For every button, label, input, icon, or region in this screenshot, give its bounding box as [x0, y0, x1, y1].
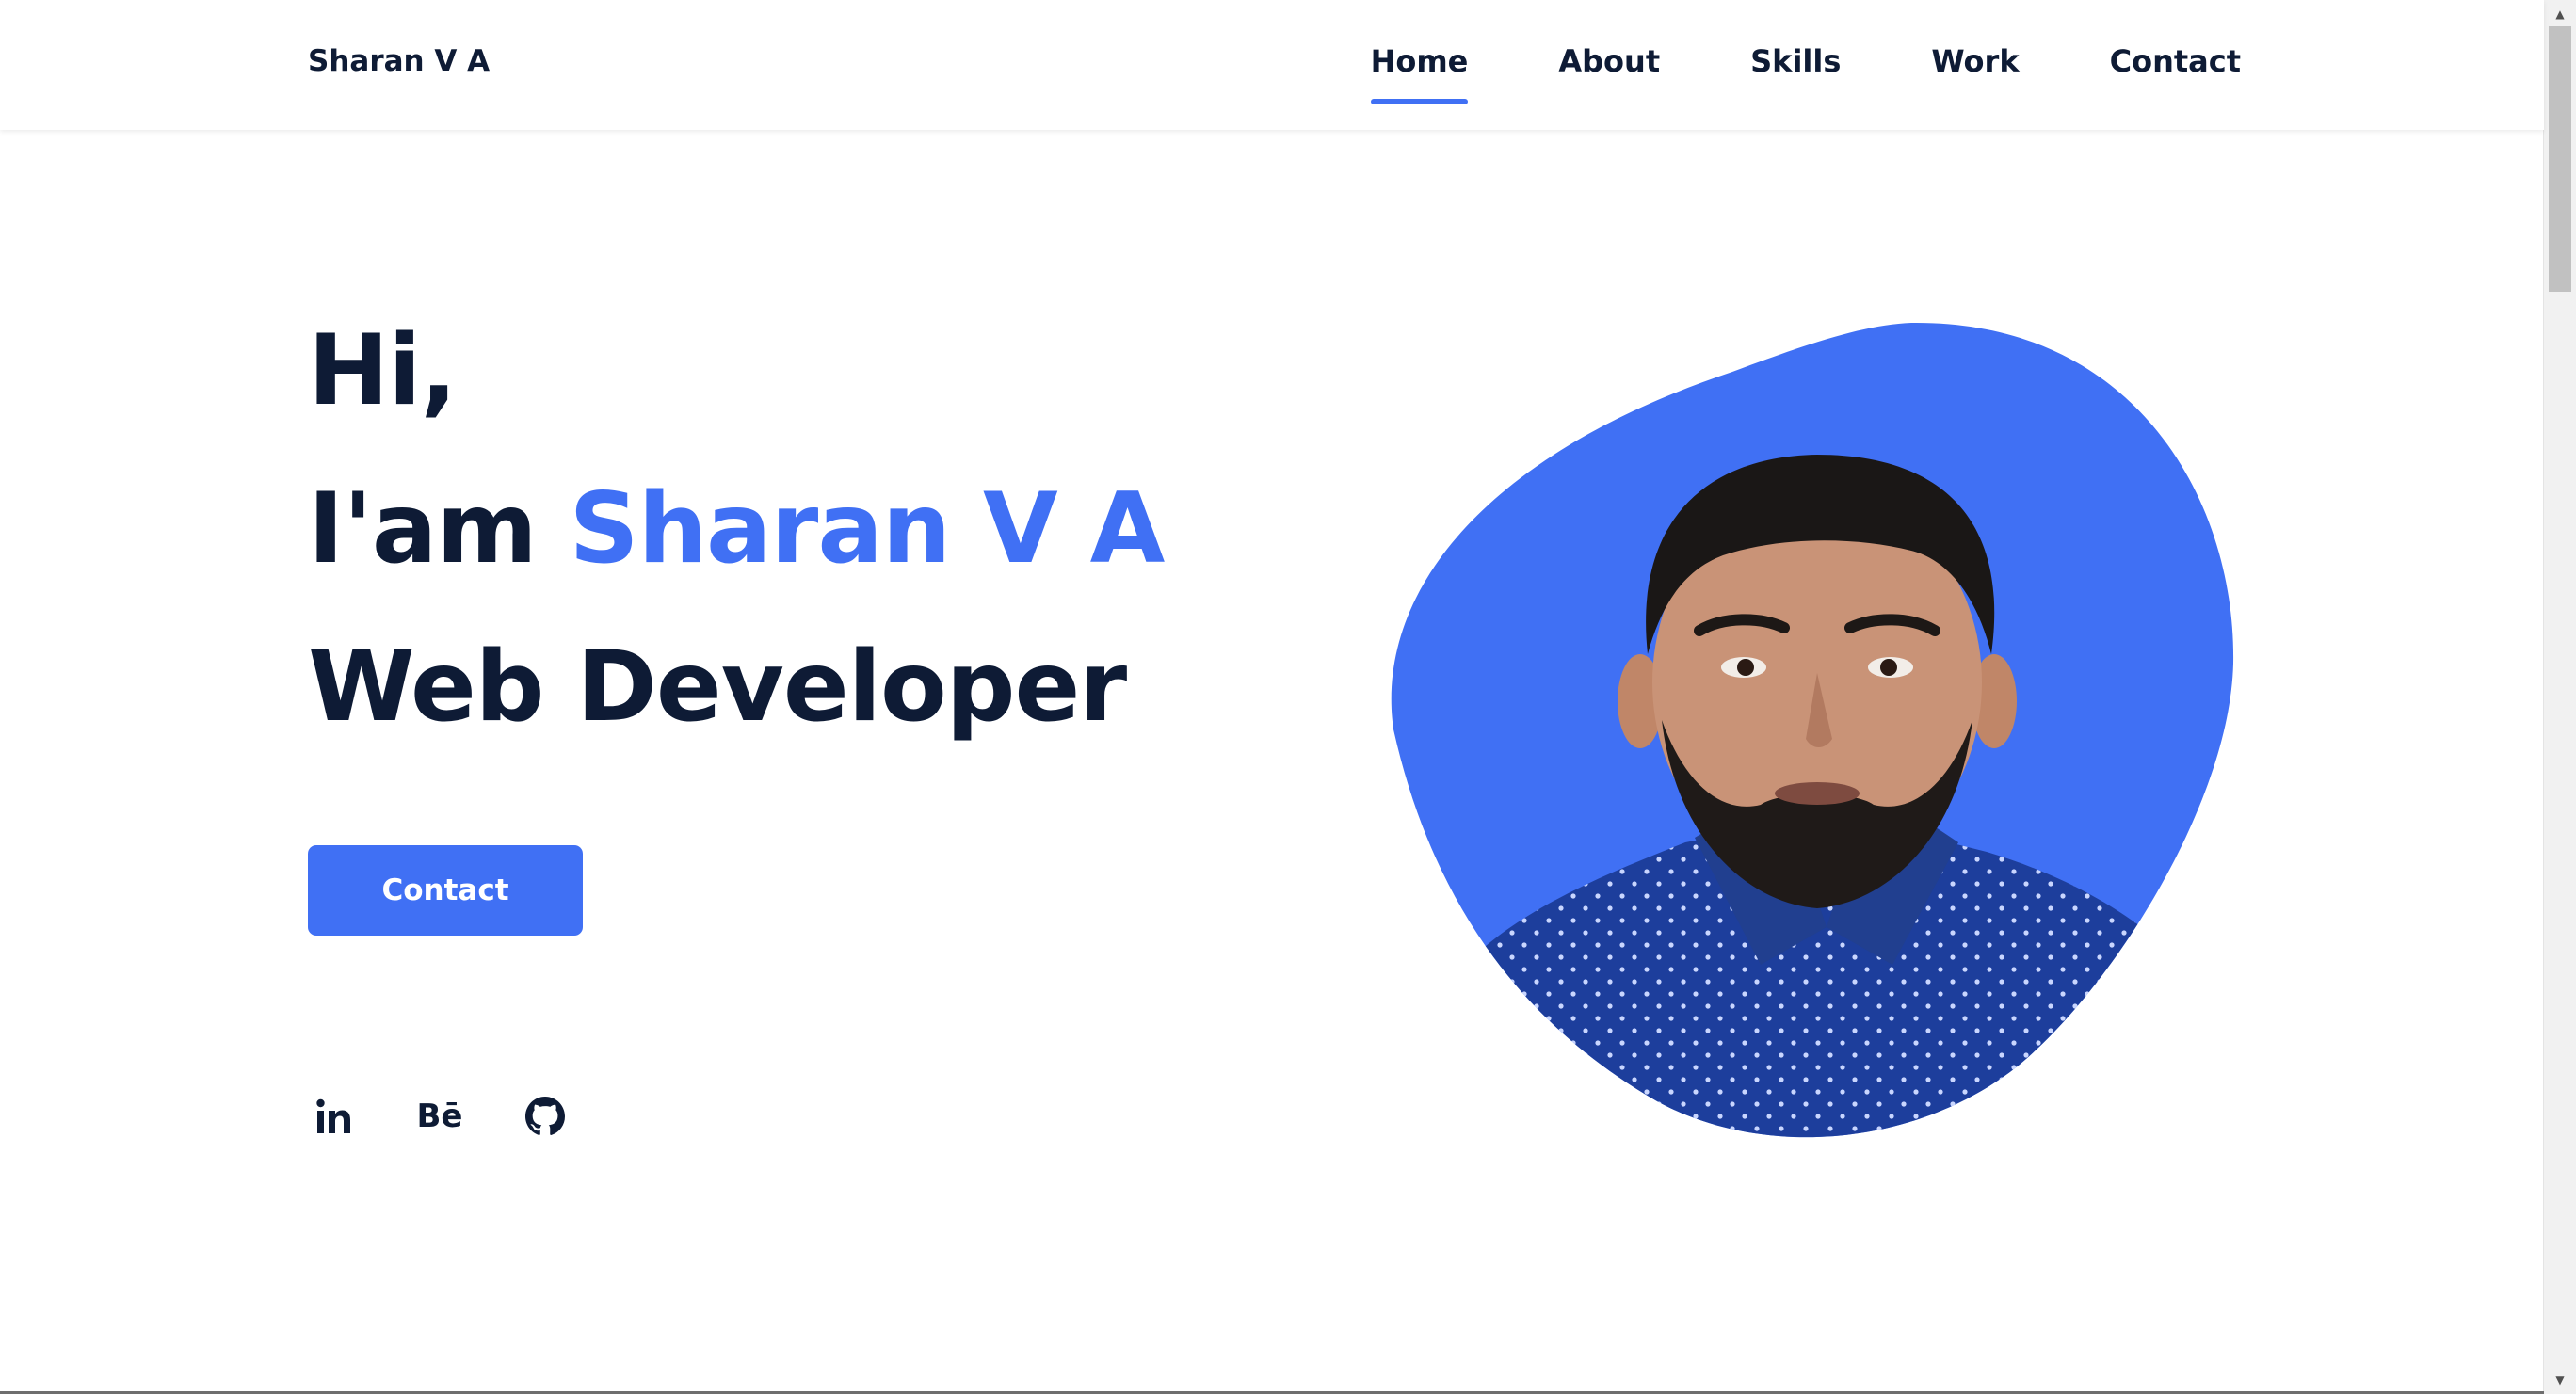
hero-role: Web Developer — [308, 631, 1127, 744]
linkedin-icon[interactable] — [308, 1090, 361, 1143]
scroll-up-icon[interactable]: ▲ — [2544, 4, 2576, 24]
nav-about[interactable]: About — [1558, 38, 1660, 113]
hero-intro-prefix: I'am — [308, 473, 538, 585]
behance-icon[interactable]: Bē — [413, 1090, 466, 1143]
nav-work[interactable]: Work — [1931, 38, 2019, 113]
scroll-thumb[interactable] — [2549, 26, 2571, 292]
hero-intro: I'am Sharan V A — [308, 473, 1166, 585]
contact-button[interactable]: Contact — [308, 845, 583, 936]
main-nav: Home About Skills Work Contact — [1356, 38, 2241, 113]
profile-blob — [1391, 322, 2234, 1138]
github-icon[interactable] — [519, 1090, 572, 1143]
site-logo[interactable]: Sharan V A — [308, 38, 490, 85]
page-scrollbar[interactable]: ▲ ▼ — [2543, 0, 2576, 1394]
hero-greeting: Hi, — [308, 314, 458, 427]
scroll-down-icon[interactable]: ▼ — [2544, 1370, 2576, 1390]
social-links: Bē — [308, 1090, 572, 1143]
linkedin-glyph — [316, 1098, 350, 1133]
nav-home[interactable]: Home — [1370, 38, 1468, 113]
nav-contact[interactable]: Contact — [2110, 38, 2241, 113]
profile-photo — [1384, 315, 2250, 1148]
hero-name: Sharan V A — [569, 473, 1166, 585]
site-header: Sharan V A Home About Skills Work Contac… — [0, 0, 2544, 130]
page: Sharan V A Home About Skills Work Contac… — [0, 0, 2576, 1394]
behance-label: Bē — [416, 1098, 463, 1135]
nav-skills[interactable]: Skills — [1750, 38, 1841, 113]
github-glyph — [525, 1097, 565, 1135]
